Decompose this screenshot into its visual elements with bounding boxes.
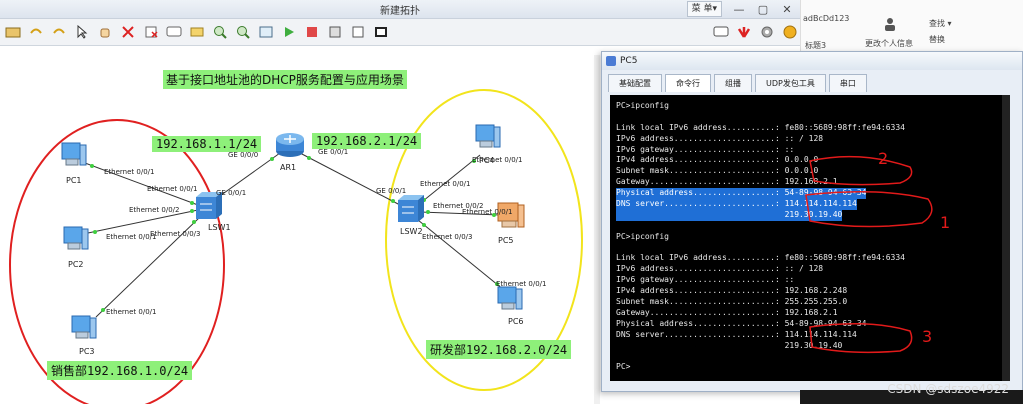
pc3-icon: [71, 315, 97, 339]
pc-icon: [606, 56, 616, 66]
zoom-out-icon[interactable]: [233, 22, 253, 42]
watermark: CSDN @sdszoe4922: [887, 382, 1009, 396]
pc6-label: PC6: [508, 317, 524, 326]
redo-icon[interactable]: [49, 22, 69, 42]
huawei-icon[interactable]: [734, 22, 754, 42]
tab-serial[interactable]: 串口: [828, 74, 867, 92]
port-pc6-eth: Ethernet 0/0/1: [496, 280, 547, 288]
router-ar1: [276, 133, 304, 157]
port-ar-g0: GE 0/0/0: [228, 151, 259, 159]
port-lsw2-e3: Ethernet 0/0/3: [422, 233, 473, 241]
terminal-scrollbar[interactable]: [1002, 95, 1010, 381]
pc2-icon: [63, 226, 89, 250]
delete-link-icon[interactable]: [141, 22, 161, 42]
port-lsw1-e3: Ethernet 0/0/3: [150, 230, 201, 238]
tab-command-line[interactable]: 命令行: [665, 74, 711, 92]
zoom-in-icon[interactable]: [210, 22, 230, 42]
shape-icon[interactable]: [187, 22, 207, 42]
lsw2-label: LSW2: [400, 227, 423, 236]
port-lsw1-e1: Ethernet 0/0/1: [147, 185, 198, 193]
sales-label[interactable]: 销售部192.168.1.0/24: [47, 361, 193, 380]
undo-icon[interactable]: [26, 22, 46, 42]
annotation-circle-gateway: [809, 155, 913, 186]
link-lsw2-pc6: [417, 219, 505, 291]
maximize-icon[interactable]: ▢: [752, 1, 774, 17]
annotation-circle-ip: [809, 323, 913, 354]
rnd-label[interactable]: 研发部192.168.2.0/24: [426, 340, 572, 359]
net2-label[interactable]: 192.168.2.1/24: [312, 133, 422, 149]
menu-button[interactable]: 菜 单▾: [686, 1, 722, 17]
user-icon[interactable]: [883, 16, 897, 31]
find-button[interactable]: 查找 ▾: [929, 18, 952, 29]
delete-icon[interactable]: [118, 22, 138, 42]
pc1-label: PC1: [66, 176, 82, 185]
port-lsw2-ge: GE 0/0/1: [376, 187, 407, 195]
settings-icon[interactable]: [757, 22, 777, 42]
app-titlebar: 新建拓扑 菜 单▾ — ▢ ✕: [0, 0, 800, 19]
style-heading3[interactable]: 标题3: [805, 40, 826, 51]
port-pc1-eth: Ethernet 0/0/1: [104, 168, 155, 176]
port-pc5-eth: Ethernet 0/0/1: [462, 208, 513, 216]
pc3-label: PC3: [79, 347, 95, 356]
pc6-icon: [497, 286, 523, 310]
toolbar: [0, 19, 800, 46]
pc2-label: PC2: [68, 260, 84, 269]
annotation-circle-dns: [805, 191, 933, 228]
pc4-icon: [475, 124, 501, 148]
new-icon[interactable]: [3, 22, 23, 42]
topology-canvas[interactable]: 基于接口地址池的DHCP服务配置与应用场景 192.168.1.1/24 192…: [0, 55, 600, 404]
hand-icon[interactable]: [95, 22, 115, 42]
minimize-icon[interactable]: —: [728, 1, 750, 17]
style-sample: adBcDd123: [803, 14, 850, 23]
tab-multicast[interactable]: 组播: [714, 74, 752, 92]
ribbon-panel: adBcDd123 标题3 更改个人信息 查找 ▾ 替换: [800, 0, 1023, 58]
pc1-icon: [61, 142, 87, 166]
topology-title[interactable]: 基于接口地址池的DHCP服务配置与应用场景: [163, 70, 407, 89]
tab-udp-tool[interactable]: UDP发包工具: [755, 74, 826, 92]
profile-button[interactable]: 更改个人信息: [865, 38, 913, 49]
capture-icon[interactable]: [325, 22, 345, 42]
port-pc4-eth: Ethernet 0/0/1: [472, 156, 523, 164]
app-title: 新建拓扑: [380, 6, 420, 17]
ar1-label: AR1: [280, 163, 297, 172]
screenshot-icon[interactable]: [371, 22, 391, 42]
annotation-overlay: [805, 155, 933, 354]
tab-basic-config[interactable]: 基础配置: [608, 74, 662, 92]
chat-icon[interactable]: [711, 22, 731, 42]
pc5-title: PC5: [620, 56, 638, 66]
pointer-icon[interactable]: [72, 22, 92, 42]
pc5-titlebar[interactable]: PC5: [602, 52, 1022, 70]
fit-icon[interactable]: [256, 22, 276, 42]
stop-icon[interactable]: [302, 22, 322, 42]
port-lsw2-e1: Ethernet 0/0/1: [420, 180, 471, 188]
start-icon[interactable]: [279, 22, 299, 42]
net1-label[interactable]: 192.168.1.1/24: [152, 136, 262, 152]
text-icon[interactable]: [164, 22, 184, 42]
help-icon[interactable]: [780, 22, 800, 42]
pc5-window: PC5 基础配置 命令行 组播 UDP发包工具 串口 PC>ipconfig Li…: [601, 51, 1023, 392]
replace-button[interactable]: 替换: [929, 34, 945, 45]
port-pc3-eth: Ethernet 0/0/1: [106, 308, 157, 316]
annotation-3: 3: [922, 327, 933, 346]
port-lsw1-ge: GE 0/0/1: [216, 189, 247, 197]
close-icon[interactable]: ✕: [776, 1, 798, 17]
lsw1-label: LSW1: [208, 223, 231, 232]
port-ar-g1: GE 0/0/1: [318, 148, 349, 156]
port-lsw1-e2: Ethernet 0/0/2: [129, 206, 180, 214]
port-pc2-eth: Ethernet 0/0/1: [106, 233, 157, 241]
command-line-screen[interactable]: PC>ipconfig Link local IPv6 address......…: [610, 95, 1010, 381]
pc5-tabs: 基础配置 命令行 组播 UDP发包工具 串口: [602, 70, 1022, 92]
canvas-scrollbar[interactable]: [594, 55, 600, 404]
topo-icon[interactable]: [348, 22, 368, 42]
annotation-2: 2: [878, 149, 889, 168]
toolbar-right: [708, 19, 800, 45]
switch-lsw2: [398, 195, 424, 222]
annotation-1: 1: [940, 213, 951, 232]
window-controls: 菜 单▾ — ▢ ✕: [686, 0, 798, 18]
pc5-label: PC5: [498, 236, 514, 245]
link-ar1-lsw2: [299, 152, 401, 206]
